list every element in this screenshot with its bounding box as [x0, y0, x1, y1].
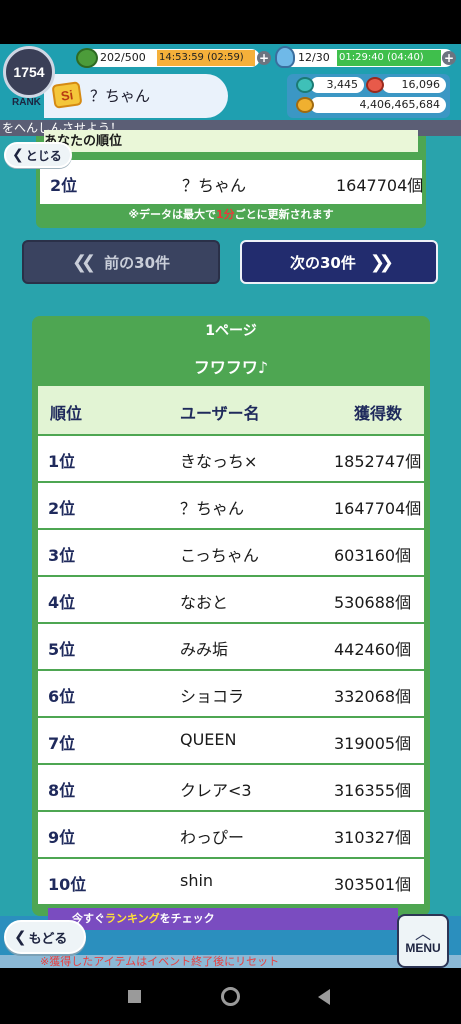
- rank-value: 1754: [13, 64, 45, 80]
- home-icon[interactable]: [221, 987, 240, 1006]
- table-row: 9位 わっぴー 310327個: [38, 812, 424, 857]
- status-bar: [0, 0, 461, 44]
- row-score: 310327個: [334, 828, 412, 847]
- rank-badge: 1754: [3, 46, 55, 98]
- row-score: 530688個: [334, 593, 412, 612]
- currency-3-value: 4,406,465,684: [310, 97, 446, 113]
- header-score: 獲得数: [354, 404, 403, 423]
- rank-label: RANK: [12, 97, 41, 108]
- row-rank: 8位: [48, 781, 76, 800]
- back-nav-icon[interactable]: [318, 989, 330, 1005]
- row-rank: 10位: [48, 875, 87, 894]
- table-row: 2位 ？ちゃん 1647704個: [38, 483, 424, 528]
- row-name: こっちゃん: [180, 546, 259, 565]
- update-notice: ※データは最大で1分ごとに更新されます: [36, 204, 426, 226]
- notice-interval: 1分: [216, 208, 235, 221]
- recent-apps-icon[interactable]: [128, 990, 141, 1003]
- my-rank-position: 2位: [50, 176, 78, 195]
- currency-1-value: 3,445: [310, 77, 364, 93]
- row-name: なおと: [180, 593, 229, 612]
- menu-button[interactable]: ︿ MENU: [397, 914, 449, 968]
- potion-timer: 01:29:40 (04:40): [337, 50, 441, 66]
- next-page-label: 次の30件: [289, 253, 356, 272]
- chevron-up-icon: ︿: [414, 924, 431, 943]
- stamina-plus-button[interactable]: +: [257, 51, 271, 65]
- row-rank: 1位: [48, 452, 76, 471]
- stamina-timer: 14:53:59 (02:59): [157, 50, 255, 66]
- header-rank: 順位: [50, 404, 83, 423]
- row-name: きなっち×: [180, 452, 258, 471]
- potion-plus-button[interactable]: +: [442, 51, 456, 65]
- row-score: 303501個: [334, 875, 412, 894]
- row-score: 332068個: [334, 687, 412, 706]
- ruby-icon: [366, 77, 384, 93]
- double-chevron-left-icon: ❮❮: [71, 251, 96, 273]
- table-row: 4位 なおと 530688個: [38, 577, 424, 622]
- row-rank: 9位: [48, 828, 76, 847]
- my-rank-title: あなたの順位: [44, 130, 418, 152]
- row-name: QUEEN: [180, 730, 237, 749]
- row-name: ショコラ: [180, 687, 245, 706]
- footnote: ※獲得したアイテムはイベント終了後にリセット: [0, 955, 461, 969]
- chevron-left-icon: ❮: [14, 928, 27, 946]
- table-row: 8位 クレア<3 316355個: [38, 765, 424, 810]
- my-rank-row: 2位 ？ちゃん 1647704個: [40, 160, 424, 204]
- table-row: 10位 shin 303501個: [38, 859, 424, 904]
- close-label: とじる: [25, 148, 62, 163]
- row-score: 319005個: [334, 734, 412, 753]
- row-score: 442460個: [334, 640, 412, 659]
- row-name: ？ちゃん: [180, 499, 245, 518]
- row-rank: 4位: [48, 593, 76, 612]
- my-rank-score: 1647704個: [336, 176, 424, 195]
- row-score: 603160個: [334, 546, 412, 565]
- prev-page-button[interactable]: ❮❮ 前の30件: [22, 240, 220, 284]
- row-score: 316355個: [334, 781, 412, 800]
- stamina-icon: [76, 48, 98, 68]
- ranking-title: フワフワ♪: [193, 358, 269, 377]
- table-row: 5位 みみ垢 442460個: [38, 624, 424, 669]
- chevron-left-icon: ❮: [12, 147, 24, 163]
- table-row: 6位 ショコラ 332068個: [38, 671, 424, 716]
- table-row: 3位 こっちゃん 603160個: [38, 530, 424, 575]
- row-score: 1647704個: [334, 499, 422, 518]
- row-rank: 6位: [48, 687, 76, 706]
- notice-post: ごとに更新されます: [234, 208, 334, 221]
- banner-post: をチェック: [159, 912, 215, 925]
- my-rank-name: ？ちゃん: [182, 176, 247, 195]
- close-button[interactable]: ❮ とじる: [4, 142, 72, 168]
- header-user: ユーザー名: [180, 404, 260, 423]
- notice-pre: ※データは最大で: [128, 208, 217, 221]
- menu-label: MENU: [405, 941, 441, 955]
- row-rank: 5位: [48, 640, 76, 659]
- row-name: shin: [180, 871, 214, 890]
- table-row: 7位 QUEEN 319005個: [38, 718, 424, 763]
- row-name: わっぴー: [180, 828, 245, 847]
- currency-2-value: 16,096: [382, 77, 446, 93]
- banner-highlight: ランキング: [105, 912, 160, 925]
- row-rank: 2位: [48, 499, 76, 518]
- back-label: もどる: [28, 931, 68, 947]
- ranking-banner[interactable]: 今すぐランキングをチェック: [48, 908, 398, 930]
- potion-icon: [275, 46, 295, 68]
- row-score: 1852747個: [334, 452, 422, 471]
- stamina-value: 202/500: [100, 51, 146, 64]
- row-name: クレア<3: [180, 781, 252, 800]
- ranking-header: 順位 ユーザー名 獲得数: [38, 386, 424, 434]
- table-row: 1位 きなっち× 1852747個: [38, 436, 424, 481]
- gem-icon: [296, 77, 314, 93]
- prev-page-label: 前の30件: [104, 253, 171, 272]
- back-button[interactable]: ❮ もどる: [4, 920, 86, 954]
- title-badge-icon: Si: [51, 81, 83, 109]
- double-chevron-right-icon: ❯❯: [369, 251, 394, 273]
- next-page-button[interactable]: 次の30件 ❯❯: [240, 240, 438, 284]
- potion-value: 12/30: [298, 51, 330, 64]
- page-label: 1ページ: [205, 323, 257, 339]
- player-name: ？ちゃん: [90, 87, 151, 105]
- coin-icon: [296, 97, 314, 113]
- row-name: みみ垢: [180, 640, 229, 659]
- row-rank: 7位: [48, 734, 76, 753]
- row-rank: 3位: [48, 546, 76, 565]
